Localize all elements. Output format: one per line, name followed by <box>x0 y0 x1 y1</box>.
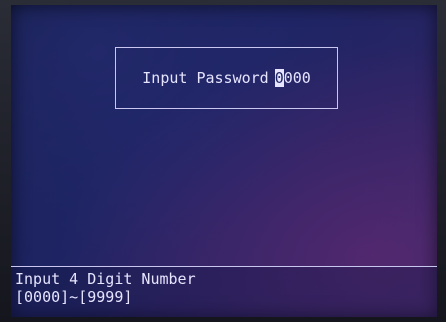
password-label: Input Password <box>142 69 269 87</box>
status-range: [0000]~[9999] <box>15 288 133 306</box>
status-hint: Input 4 Digit Number <box>15 270 196 288</box>
password-dialog: Input Password 0 0 0 0 <box>115 47 338 109</box>
password-digit-1[interactable]: 0 <box>274 69 284 87</box>
lcd-screen: Input Password 0 0 0 0 Input 4 Digit Num… <box>11 5 437 317</box>
status-bar: Input 4 Digit Number [0000]~[9999] <box>11 266 437 317</box>
device-bezel: Input Password 0 0 0 0 Input 4 Digit Num… <box>0 0 446 322</box>
password-digit-2[interactable]: 0 <box>284 69 293 87</box>
password-digit-3[interactable]: 0 <box>293 69 302 87</box>
password-digit-4[interactable]: 0 <box>302 69 311 87</box>
password-input[interactable]: 0 0 0 0 <box>274 69 311 87</box>
